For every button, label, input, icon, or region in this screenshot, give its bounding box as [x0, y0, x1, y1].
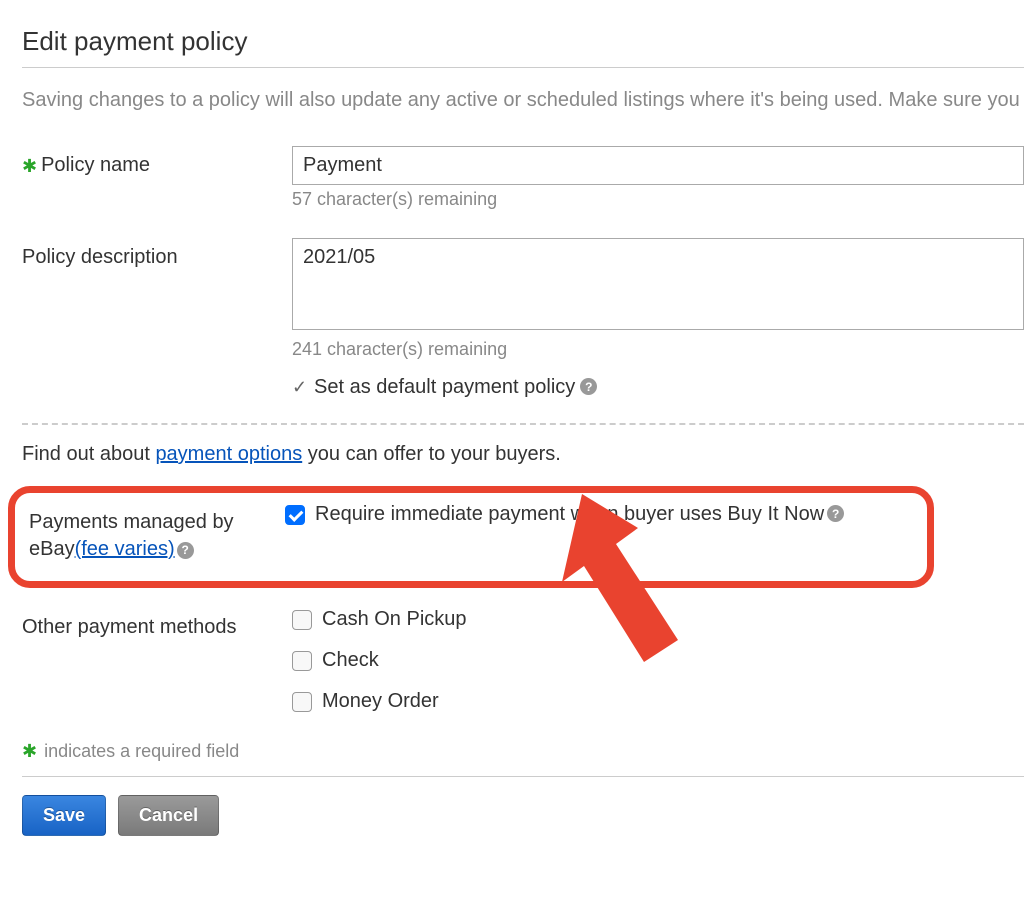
default-policy-label: Set as default payment policy [314, 376, 575, 399]
policy-description-input[interactable]: 2021/05 [292, 238, 1024, 330]
required-footnote: ✱ indicates a required field [22, 741, 1024, 762]
help-icon[interactable]: ? [827, 505, 844, 522]
payment-options-info: Find out about payment options you can o… [22, 443, 1024, 466]
policy-name-input[interactable] [292, 146, 1024, 185]
policy-name-row: ✱ Policy name 57 character(s) remaining [22, 146, 1024, 210]
cancel-button[interactable]: Cancel [118, 795, 219, 836]
policy-name-label: Policy name [41, 152, 150, 179]
page-title: Edit payment policy [22, 26, 1024, 57]
info-suffix: you can offer to your buyers. [302, 443, 561, 465]
footnote-text: indicates a required field [44, 741, 239, 761]
cash-on-pickup-label: Cash On Pickup [322, 608, 467, 631]
check-label: Check [322, 649, 379, 672]
other-methods-label: Other payment methods [22, 614, 237, 641]
policy-description-row: Policy description 2021/05 241 character… [22, 238, 1024, 399]
cash-on-pickup-checkbox[interactable] [292, 610, 312, 630]
checkmark-icon: ✓ [292, 377, 310, 398]
money-order-label: Money Order [322, 690, 439, 713]
help-icon[interactable]: ? [177, 542, 194, 559]
payment-options-link[interactable]: payment options [155, 443, 302, 465]
help-icon[interactable]: ? [580, 378, 597, 395]
immediate-payment-checkbox[interactable] [285, 505, 305, 525]
policy-description-label: Policy description [22, 244, 178, 271]
save-button[interactable]: Save [22, 795, 106, 836]
check-checkbox[interactable] [292, 651, 312, 671]
policy-name-hint: 57 character(s) remaining [292, 189, 1024, 210]
fee-varies-link[interactable]: (fee varies) [75, 538, 175, 560]
dashed-divider [22, 423, 1024, 425]
title-divider [22, 67, 1024, 68]
required-star-icon: ✱ [22, 154, 37, 178]
money-order-checkbox[interactable] [292, 692, 312, 712]
other-methods-row: Other payment methods Cash On Pickup Che… [22, 608, 1024, 713]
highlight-annotation: Payments managed by eBay(fee varies)? Re… [8, 486, 934, 588]
info-prefix: Find out about [22, 443, 155, 465]
immediate-payment-label: Require immediate payment when buyer use… [315, 503, 824, 526]
footer-divider [22, 776, 1024, 777]
warning-text: Saving changes to a policy will also upd… [22, 86, 1024, 114]
required-star-icon: ✱ [22, 741, 37, 761]
policy-description-hint: 241 character(s) remaining [292, 339, 1024, 360]
